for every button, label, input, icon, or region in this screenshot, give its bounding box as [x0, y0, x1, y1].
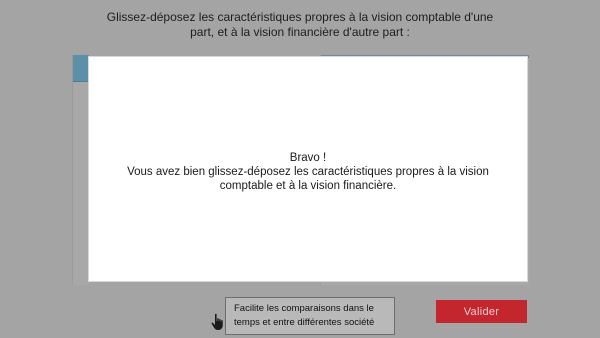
drop-zone-header	[73, 55, 89, 82]
validate-button[interactable]: Valider	[436, 300, 527, 323]
instruction-text: Glissez-déposez les caractéristiques pro…	[80, 10, 520, 40]
success-title: Bravo !	[289, 152, 327, 164]
hand-pointer-icon	[211, 313, 223, 330]
drop-zone-comptable[interactable]	[72, 55, 89, 285]
card-line-2: temps et entre différentes société	[234, 317, 375, 328]
draggable-card[interactable]: Facilite les comparaisons dans le temps …	[225, 297, 395, 335]
success-line-1: Vous avez bien glissez-déposez les carac…	[127, 166, 489, 178]
card-line-1: Facilite les comparaisons dans le	[234, 303, 374, 314]
success-message: Bravo ! Vous avez bien glissez-déposez l…	[109, 151, 507, 193]
success-line-2: comptable et à la vision financière.	[219, 180, 397, 192]
instruction-line-2: part, et à la vision financière d'autre …	[190, 25, 410, 39]
success-modal: Bravo ! Vous avez bien glissez-déposez l…	[88, 56, 528, 282]
instruction-line-1: Glissez-déposez les caractéristiques pro…	[106, 10, 494, 24]
